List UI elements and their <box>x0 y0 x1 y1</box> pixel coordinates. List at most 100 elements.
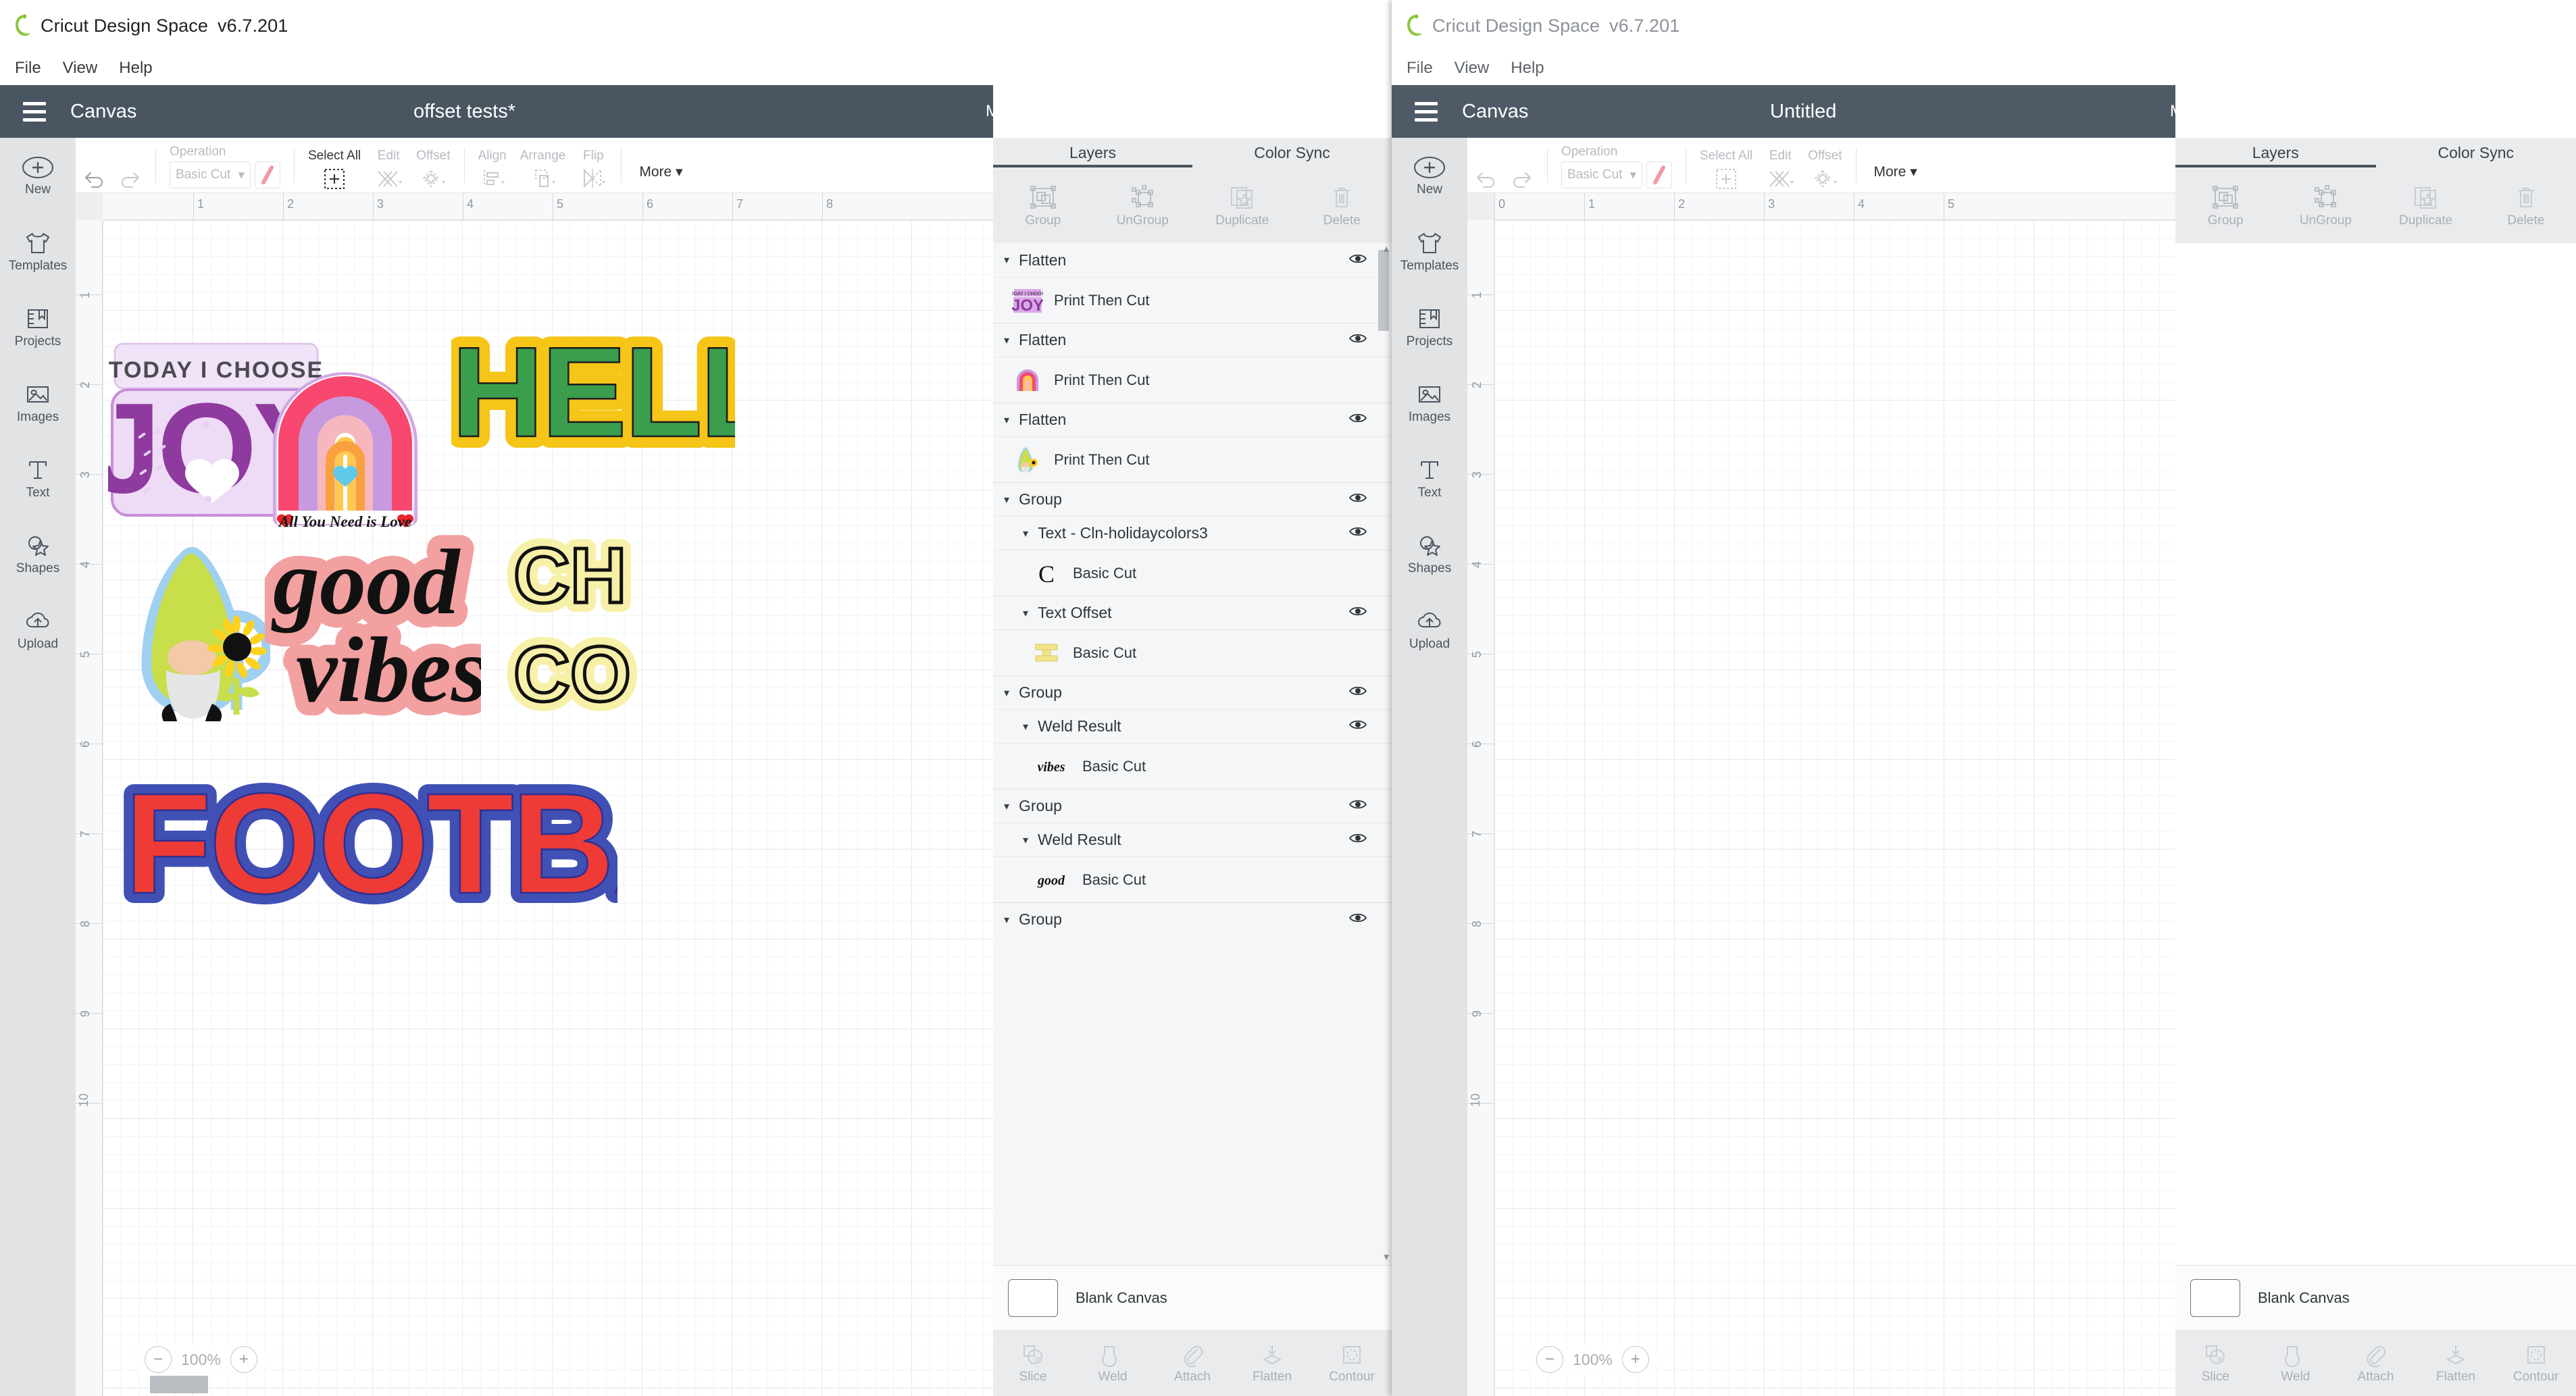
sidebar-item-images[interactable]: Images <box>0 365 76 440</box>
layer-group-row[interactable]: ▾ Flatten <box>993 323 1392 357</box>
rainbow-all-you-need-is-love-sticker[interactable]: All You Need is Love <box>268 336 423 540</box>
ch-text[interactable]: CH CH <box>507 532 642 620</box>
minus-circle-icon[interactable]: − <box>1536 1346 1563 1373</box>
layer-list-left[interactable]: ▾ Flatten TODAY I CHOOSEJOY Print Then C… <box>993 243 1392 1265</box>
layer-child-row[interactable]: Print Then Cut <box>993 436 1392 482</box>
blank-canvas-swatch[interactable] <box>2190 1278 2240 1317</box>
sidebar-item-templates[interactable]: Templates <box>0 213 76 289</box>
tab-layers[interactable]: Layers <box>2175 138 2376 167</box>
select-all-button[interactable]: Select All <box>301 137 368 192</box>
weld-button[interactable]: Weld <box>2256 1330 2336 1396</box>
select-all-button[interactable]: Select All <box>1693 137 1759 192</box>
undo-button[interactable] <box>1467 137 1504 192</box>
layer-group-row[interactable]: ▾ Flatten <box>993 403 1392 436</box>
eye-icon[interactable] <box>1348 798 1367 815</box>
menu-file[interactable]: File <box>1396 56 1444 80</box>
layer-subgroup-row[interactable]: ▾ Weld Result <box>993 709 1392 743</box>
football-text[interactable]: FOOTBA FOOTBA <box>118 767 617 923</box>
offset-button[interactable]: Offset <box>1801 137 1848 192</box>
scroll-down-arrow-icon[interactable]: ▾ <box>1384 1250 1389 1264</box>
contour-button[interactable]: Contour <box>2496 1330 2576 1396</box>
layer-subgroup-row[interactable]: ▾ Weld Result <box>993 823 1392 856</box>
layer-group-row[interactable]: ▾ Group <box>993 482 1392 516</box>
offset-button[interactable]: Offset <box>409 137 457 192</box>
blank-canvas-row[interactable]: Blank Canvas <box>2175 1265 2576 1330</box>
color-swatch-icon[interactable] <box>255 161 280 188</box>
caret-down-icon[interactable]: ▾ <box>1004 493 1019 507</box>
flatten-button[interactable]: Flatten <box>1232 1330 1312 1396</box>
weld-button[interactable]: Weld <box>1073 1330 1153 1396</box>
redo-button[interactable] <box>112 137 149 192</box>
arrange-button[interactable]: Arrange <box>513 137 573 192</box>
minus-circle-icon[interactable]: − <box>145 1346 172 1373</box>
layer-group-row[interactable]: ▾ Group <box>993 789 1392 823</box>
layer-group-row[interactable]: ▾ Flatten <box>993 243 1392 277</box>
attach-button[interactable]: Attach <box>1153 1330 1232 1396</box>
caret-down-icon[interactable]: ▾ <box>1004 413 1019 427</box>
sidebar-item-templates[interactable]: Templates <box>1392 213 1467 289</box>
ungroup-button[interactable]: UnGroup <box>1093 167 1193 243</box>
canvas-area-right[interactable]: − 100% + 0 1 2 3 4 5 1 2 3 4 5 6 7 8 9 1… <box>1467 193 2175 1396</box>
more-button[interactable]: More ▾ <box>1874 163 1917 192</box>
attach-button[interactable]: Attach <box>2335 1330 2416 1396</box>
edit-button[interactable]: Edit <box>1759 137 1801 192</box>
sidebar-item-images[interactable]: Images <box>1392 365 1467 440</box>
canvas-grid[interactable]: TODAY I CHOOSE JOY All You Need is Love … <box>103 220 993 1396</box>
sidebar-item-text[interactable]: Text <box>1392 440 1467 516</box>
good-vibes-sticker[interactable]: good vibes good vibes <box>265 532 481 735</box>
tab-layers[interactable]: Layers <box>993 138 1192 167</box>
project-title[interactable]: Untitled <box>1770 101 1836 123</box>
layer-child-row[interactable]: Print Then Cut <box>993 357 1392 403</box>
tab-color-sync[interactable]: Color Sync <box>1192 138 1392 167</box>
slice-button[interactable]: Slice <box>2175 1330 2256 1396</box>
layers-scrollbar-thumb[interactable] <box>1378 250 1389 331</box>
eye-icon[interactable] <box>1348 332 1367 348</box>
eye-icon[interactable] <box>1348 604 1367 621</box>
duplicate-button[interactable]: Duplicate <box>2376 167 2476 243</box>
hamburger-icon[interactable] <box>23 101 46 122</box>
scroll-up-arrow-icon[interactable]: ▴ <box>1384 243 1389 255</box>
slice-button[interactable]: Slice <box>993 1330 1073 1396</box>
caret-down-icon[interactable]: ▾ <box>1004 334 1019 347</box>
canvas-grid[interactable]: − 100% + <box>1494 220 2175 1396</box>
sidebar-item-new[interactable]: New <box>0 138 76 213</box>
sidebar-item-shapes[interactable]: Shapes <box>1392 516 1467 592</box>
eye-icon[interactable] <box>1348 911 1367 928</box>
sidebar-item-shapes[interactable]: Shapes <box>0 516 76 592</box>
horizontal-scrollbar[interactable] <box>150 1376 208 1393</box>
blank-canvas-row[interactable]: Blank Canvas <box>993 1265 1392 1330</box>
eye-icon[interactable] <box>1348 684 1367 701</box>
layer-child-row[interactable]: TODAY I CHOOSEJOY Print Then Cut <box>993 277 1392 323</box>
eye-icon[interactable] <box>1348 525 1367 542</box>
redo-button[interactable] <box>1504 137 1540 192</box>
layer-group-row[interactable]: ▾ Group <box>993 675 1392 709</box>
layer-group-row[interactable]: ▾ Group <box>993 902 1392 936</box>
sidebar-item-upload[interactable]: Upload <box>0 592 76 667</box>
sidebar-item-projects[interactable]: Projects <box>0 289 76 365</box>
operation-select[interactable]: Basic Cut ▾ <box>1561 161 1642 188</box>
sidebar-item-text[interactable]: Text <box>0 440 76 516</box>
blank-canvas-swatch[interactable] <box>1008 1278 1058 1317</box>
eye-icon[interactable] <box>1348 411 1367 428</box>
caret-down-icon[interactable]: ▾ <box>1023 833 1038 847</box>
caret-down-icon[interactable]: ▾ <box>1023 720 1038 733</box>
undo-button[interactable] <box>76 137 112 192</box>
layer-child-row[interactable]: Basic Cut <box>993 629 1392 675</box>
project-title[interactable]: offset tests* <box>413 101 515 123</box>
layer-child-row[interactable]: C Basic Cut <box>993 550 1392 596</box>
operation-select[interactable]: Basic Cut ▾ <box>170 161 251 188</box>
sidebar-item-projects[interactable]: Projects <box>1392 289 1467 365</box>
caret-down-icon[interactable]: ▾ <box>1004 686 1019 700</box>
caret-down-icon[interactable]: ▾ <box>1023 606 1038 620</box>
caret-down-icon[interactable]: ▾ <box>1004 253 1019 267</box>
group-button[interactable]: Group <box>993 167 1093 243</box>
edit-button[interactable]: Edit <box>368 137 409 192</box>
plus-circle-icon[interactable]: + <box>230 1346 257 1373</box>
ungroup-button[interactable]: UnGroup <box>2275 167 2375 243</box>
menu-help[interactable]: Help <box>108 56 163 80</box>
menu-view[interactable]: View <box>52 56 109 80</box>
delete-button[interactable]: Delete <box>2476 167 2576 243</box>
flip-button[interactable]: Flip <box>572 137 614 192</box>
sidebar-item-upload[interactable]: Upload <box>1392 592 1467 667</box>
contour-button[interactable]: Contour <box>1312 1330 1392 1396</box>
